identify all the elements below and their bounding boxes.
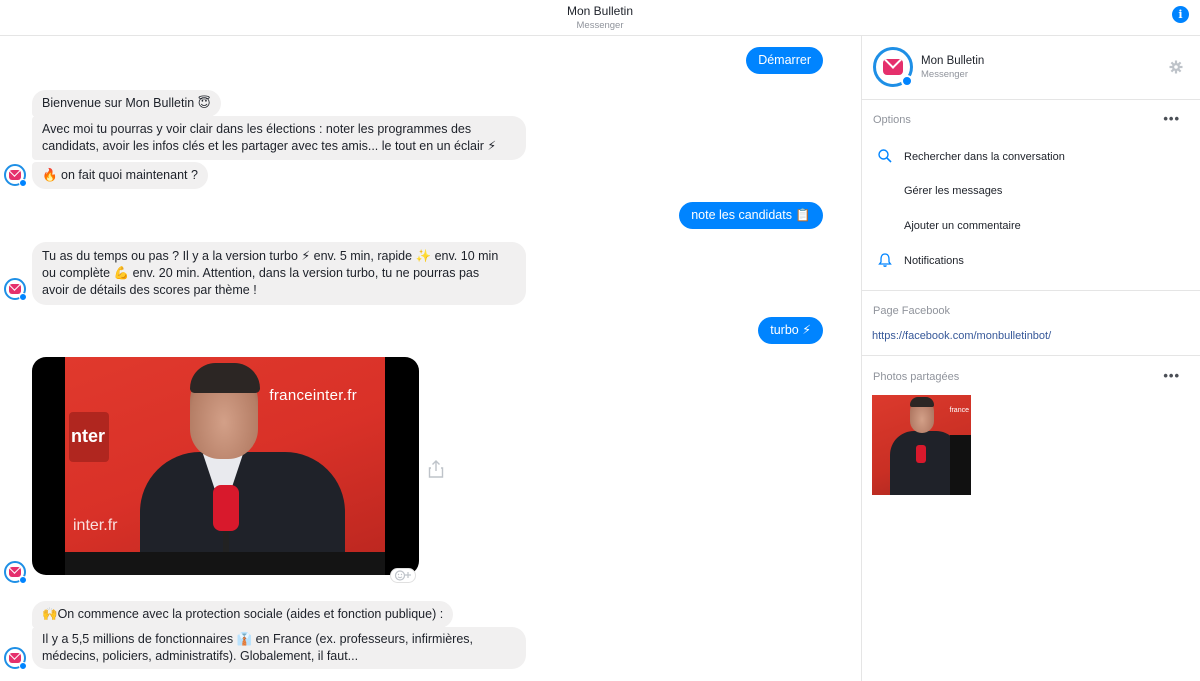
shared-photo-thumbnail[interactable]: france bbox=[872, 395, 971, 495]
message-line: Tu as du temps ou pas ? Il y a la versio… bbox=[42, 249, 499, 263]
france-inter-logo: nter bbox=[69, 412, 109, 462]
info-icon[interactable]: i bbox=[1172, 6, 1189, 23]
bell-icon bbox=[878, 253, 892, 267]
bot-avatar[interactable] bbox=[4, 647, 27, 670]
option-add-comment[interactable]: Ajouter un commentaire bbox=[904, 220, 1021, 232]
messenger-badge-icon bbox=[19, 293, 27, 301]
shared-photos-title: Photos partagées bbox=[873, 371, 960, 383]
facebook-page-title: Page Facebook bbox=[873, 305, 951, 317]
thumbnail-watermark: france bbox=[949, 407, 969, 414]
outgoing-message: note les candidats 📋 bbox=[679, 202, 823, 229]
bot-avatar[interactable] bbox=[4, 561, 27, 584]
conversation-title: Mon Bulletin bbox=[566, 4, 634, 18]
message-line: médecins, policiers, administratifs). Gl… bbox=[42, 649, 359, 663]
message-line: Il y a 5,5 millions de fonctionnaires 👔 … bbox=[42, 632, 474, 646]
incoming-message: Bienvenue sur Mon Bulletin 😇 bbox=[32, 90, 221, 117]
microphone bbox=[213, 485, 239, 531]
video-frame: nter franceinter.fr inter.fr bbox=[65, 357, 385, 575]
conversation-header: Mon Bulletin Messenger i bbox=[0, 0, 1200, 36]
conversation-subtitle: Messenger bbox=[576, 20, 624, 31]
option-notifications[interactable]: Notifications bbox=[904, 255, 964, 267]
messenger-badge-icon bbox=[19, 662, 27, 670]
page-subtitle: Messenger bbox=[921, 69, 968, 80]
envelope-icon bbox=[9, 567, 21, 577]
facebook-page-link[interactable]: https://facebook.com/monbulletinbot/ bbox=[872, 330, 1051, 342]
conversation-info-panel: Mon Bulletin Messenger Options ••• Reche… bbox=[862, 37, 1200, 681]
divider bbox=[862, 355, 1200, 356]
option-manage-messages[interactable]: Gérer les messages bbox=[904, 185, 1002, 197]
envelope-icon bbox=[883, 59, 903, 75]
envelope-icon bbox=[9, 653, 21, 663]
dark-background bbox=[950, 435, 971, 495]
bot-avatar[interactable] bbox=[4, 164, 27, 187]
options-more-button[interactable]: ••• bbox=[1163, 111, 1180, 126]
photos-more-button[interactable]: ••• bbox=[1163, 368, 1180, 383]
incoming-message: Tu as du temps ou pas ? Il y a la versio… bbox=[32, 242, 526, 305]
video-watermark: franceinter.fr bbox=[269, 387, 357, 404]
message-thread[interactable]: Démarrer Bienvenue sur Mon Bulletin 😇 Av… bbox=[0, 37, 861, 681]
video-attachment[interactable]: nter franceinter.fr inter.fr bbox=[32, 357, 419, 575]
options-title: Options bbox=[873, 114, 911, 126]
speaker-hair bbox=[190, 363, 260, 393]
message-line: avoir de détails des scores par thème ! bbox=[42, 283, 257, 297]
incoming-message: 🙌On commence avec la protection sociale … bbox=[32, 601, 454, 628]
outgoing-message: Démarrer bbox=[746, 47, 823, 74]
incoming-message: Avec moi tu pourras y voir clair dans le… bbox=[32, 116, 526, 160]
bot-avatar[interactable] bbox=[4, 278, 27, 301]
desk bbox=[65, 552, 385, 575]
page-name[interactable]: Mon Bulletin bbox=[921, 55, 984, 67]
incoming-message: Il y a 5,5 millions de fonctionnaires 👔 … bbox=[32, 627, 526, 669]
message-line: ou complète 💪 env. 20 min. Attention, da… bbox=[42, 266, 480, 280]
message-line: Avec moi tu pourras y voir clair dans le… bbox=[42, 122, 472, 136]
share-icon[interactable] bbox=[428, 460, 444, 478]
divider bbox=[862, 290, 1200, 291]
speaker-hair bbox=[910, 397, 934, 407]
gear-icon[interactable] bbox=[1169, 60, 1183, 74]
messenger-badge-icon bbox=[901, 75, 913, 87]
divider bbox=[862, 99, 1200, 100]
incoming-message: 🔥 on fait quoi maintenant ? bbox=[32, 162, 208, 189]
option-search-conversation[interactable]: Rechercher dans la conversation bbox=[904, 151, 1065, 163]
reaction-icon[interactable] bbox=[390, 568, 416, 583]
envelope-icon bbox=[9, 284, 21, 294]
outgoing-message: turbo ⚡ bbox=[758, 317, 823, 344]
page-avatar[interactable] bbox=[873, 47, 913, 87]
microphone bbox=[916, 445, 926, 463]
messenger-badge-icon bbox=[19, 576, 27, 584]
message-line: candidats, avoir les infos clés et les p… bbox=[42, 139, 497, 153]
video-watermark-partial: inter.fr bbox=[73, 517, 118, 534]
envelope-icon bbox=[9, 170, 21, 180]
search-icon bbox=[878, 149, 892, 163]
messenger-badge-icon bbox=[19, 179, 27, 187]
